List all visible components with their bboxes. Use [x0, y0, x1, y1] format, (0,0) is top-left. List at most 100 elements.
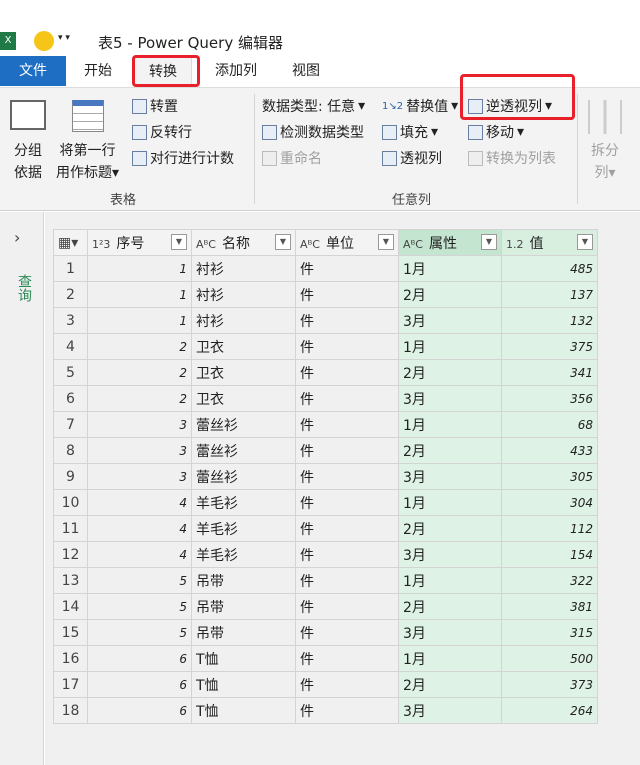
table-cell[interactable]: 304 [501, 489, 598, 516]
column-type-icon[interactable]: AᴮC [196, 238, 216, 251]
row-number[interactable]: 3 [53, 307, 88, 334]
table-cell[interactable]: 件 [295, 619, 399, 646]
queries-label[interactable]: 查询 [14, 274, 34, 302]
table-cell[interactable]: 衬衫 [191, 281, 296, 308]
table-cell[interactable]: 381 [501, 593, 598, 620]
table-cell[interactable]: 3 [87, 437, 192, 464]
table-cell[interactable]: 2 [87, 385, 192, 412]
tab-view[interactable]: 视图 [278, 56, 334, 86]
table-cell[interactable]: 件 [295, 333, 399, 360]
table-menu-icon[interactable]: ▦▾ [53, 229, 88, 256]
column-header[interactable]: AᴮC 单位 ▼ [295, 229, 399, 256]
row-number[interactable]: 11 [53, 515, 88, 542]
table-cell[interactable]: 3 [87, 411, 192, 438]
table-cell[interactable]: 羊毛衫 [191, 541, 296, 568]
row-number[interactable]: 9 [53, 463, 88, 490]
table-cell[interactable]: 件 [295, 307, 399, 334]
table-cell[interactable]: 500 [501, 645, 598, 672]
table-cell[interactable]: 蕾丝衫 [191, 463, 296, 490]
row-number[interactable]: 6 [53, 385, 88, 412]
table-cell[interactable]: 1 [87, 281, 192, 308]
table-cell[interactable]: 2月 [398, 359, 502, 386]
table-cell[interactable]: 132 [501, 307, 598, 334]
table-cell[interactable]: 3月 [398, 541, 502, 568]
row-number[interactable]: 8 [53, 437, 88, 464]
move-button[interactable]: 移动 ▾ [468, 122, 524, 142]
table-cell[interactable]: 件 [295, 593, 399, 620]
tab-home[interactable]: 开始 [70, 56, 126, 86]
column-type-icon[interactable]: 1.2 [506, 238, 524, 251]
detect-data-type-button[interactable]: 检测数据类型 [262, 122, 364, 142]
table-cell[interactable]: 2月 [398, 593, 502, 620]
table-cell[interactable]: 485 [501, 255, 598, 282]
table-cell[interactable]: 3月 [398, 697, 502, 724]
tab-add-column[interactable]: 添加列 [204, 56, 268, 86]
filter-dropdown-icon[interactable]: ▼ [577, 233, 593, 250]
filter-dropdown-icon[interactable]: ▼ [378, 233, 394, 250]
table-cell[interactable]: 1月 [398, 411, 502, 438]
table-cell[interactable]: 衬衫 [191, 307, 296, 334]
table-cell[interactable]: 1 [87, 307, 192, 334]
table-cell[interactable]: 蕾丝衫 [191, 411, 296, 438]
smiley-icon[interactable] [34, 31, 54, 51]
reverse-rows-button[interactable]: 反转行 [132, 122, 192, 142]
quick-access-dropdown-icon[interactable]: ▾ ▾ [58, 33, 70, 43]
table-cell[interactable]: 6 [87, 645, 192, 672]
table-cell[interactable]: 卫衣 [191, 359, 296, 386]
table-cell[interactable]: T恤 [191, 697, 296, 724]
filter-dropdown-icon[interactable]: ▼ [171, 233, 187, 250]
table-cell[interactable]: 5 [87, 619, 192, 646]
table-cell[interactable]: 3 [87, 463, 192, 490]
table-cell[interactable]: 件 [295, 437, 399, 464]
table-cell[interactable]: 件 [295, 697, 399, 724]
row-number[interactable]: 16 [53, 645, 88, 672]
table-cell[interactable]: 件 [295, 541, 399, 568]
table-cell[interactable]: 羊毛衫 [191, 515, 296, 542]
table-cell[interactable]: 6 [87, 697, 192, 724]
table-cell[interactable]: 卫衣 [191, 333, 296, 360]
row-number[interactable]: 14 [53, 593, 88, 620]
table-cell[interactable]: 4 [87, 541, 192, 568]
data-type-dropdown[interactable]: 数据类型: 任意 ▾ [262, 96, 365, 116]
table-cell[interactable]: 3月 [398, 619, 502, 646]
row-number[interactable]: 1 [53, 255, 88, 282]
table-cell[interactable]: 衬衫 [191, 255, 296, 282]
table-cell[interactable]: 卫衣 [191, 385, 296, 412]
column-header[interactable]: AᴮC 名称 ▼ [191, 229, 296, 256]
table-cell[interactable]: 2月 [398, 671, 502, 698]
table-cell[interactable]: 件 [295, 515, 399, 542]
table-cell[interactable]: 羊毛衫 [191, 489, 296, 516]
fill-button[interactable]: 填充 ▾ [382, 122, 438, 142]
table-cell[interactable]: 375 [501, 333, 598, 360]
table-cell[interactable]: 5 [87, 593, 192, 620]
column-type-icon[interactable]: AᴮC [300, 238, 320, 251]
table-cell[interactable]: 2月 [398, 437, 502, 464]
table-cell[interactable]: 件 [295, 255, 399, 282]
table-cell[interactable]: 1 [87, 255, 192, 282]
count-rows-button[interactable]: 对行进行计数 [132, 148, 234, 168]
transpose-button[interactable]: 转置 [132, 96, 178, 116]
table-cell[interactable]: 吊带 [191, 567, 296, 594]
table-cell[interactable]: 吊带 [191, 619, 296, 646]
row-number[interactable]: 7 [53, 411, 88, 438]
column-type-icon[interactable]: 1²3 [92, 238, 110, 251]
table-cell[interactable]: 件 [295, 359, 399, 386]
pivot-column-button[interactable]: 透视列 [382, 148, 442, 168]
row-number[interactable]: 13 [53, 567, 88, 594]
table-cell[interactable]: 6 [87, 671, 192, 698]
table-cell[interactable]: 5 [87, 567, 192, 594]
table-cell[interactable]: 2 [87, 359, 192, 386]
row-number[interactable]: 18 [53, 697, 88, 724]
row-number[interactable]: 10 [53, 489, 88, 516]
row-number[interactable]: 5 [53, 359, 88, 386]
table-cell[interactable]: 1月 [398, 567, 502, 594]
table-cell[interactable]: 305 [501, 463, 598, 490]
column-header[interactable]: 1²3 序号 ▼ [87, 229, 192, 256]
table-cell[interactable]: 2 [87, 333, 192, 360]
table-cell[interactable]: 1月 [398, 333, 502, 360]
convert-to-list-button[interactable]: 转换为列表 [468, 148, 556, 168]
table-cell[interactable]: 373 [501, 671, 598, 698]
expand-chevron-icon[interactable]: › [14, 228, 20, 247]
split-column-button[interactable]: 拆分 列▾ [588, 100, 622, 182]
column-header[interactable]: AᴮC 属性 ▼ [398, 229, 502, 256]
